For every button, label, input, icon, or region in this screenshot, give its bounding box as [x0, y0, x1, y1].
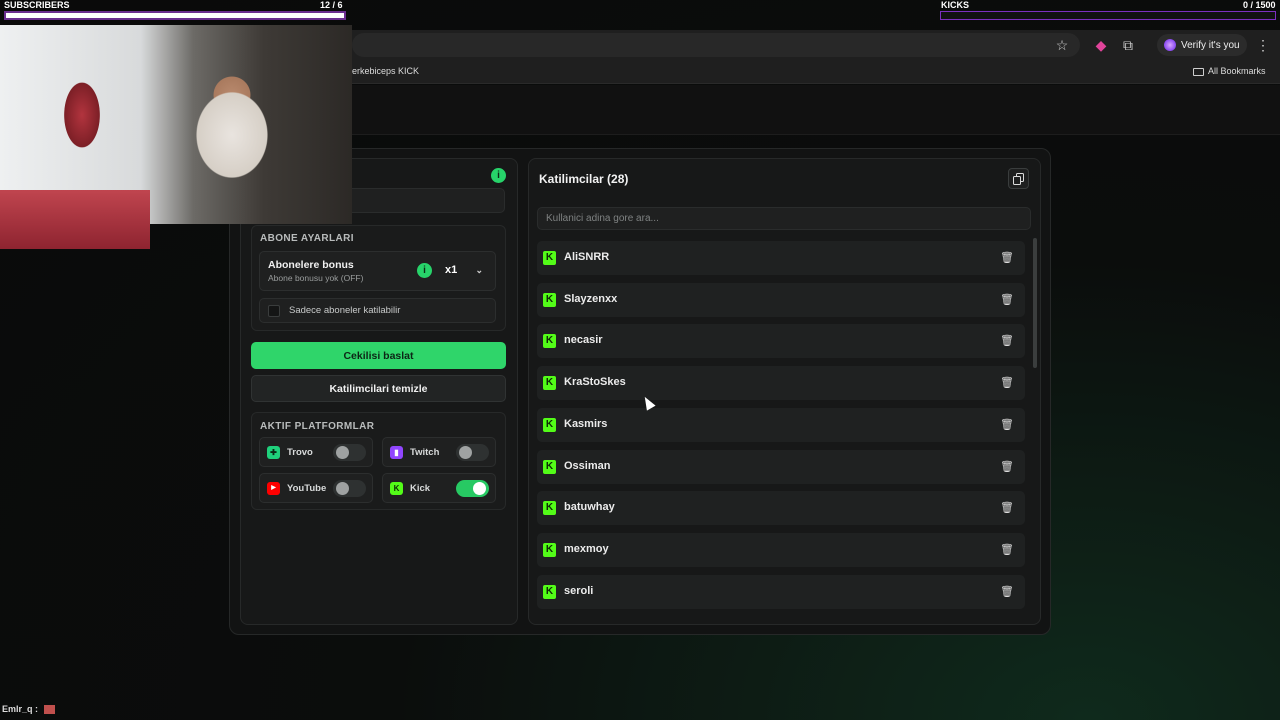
participant-name: necasir	[564, 334, 603, 347]
participant-row: K Ossiman 🗑	[537, 449, 1025, 484]
kicks-label: KICKS	[941, 0, 970, 10]
platform-card-youtube: ▶ YouTube	[259, 473, 373, 503]
active-platforms-title: AKTIF PLATFORMLAR	[260, 421, 375, 432]
platform-card-trovo: ✚ Trovo	[259, 437, 373, 467]
info-icon[interactable]: i	[491, 168, 506, 183]
kick-icon: K	[543, 417, 556, 432]
menu-icon[interactable]: ⋮	[1254, 36, 1272, 54]
multiplier-value: x1	[445, 264, 458, 276]
twitch-toggle[interactable]	[456, 444, 489, 461]
participant-row: K Slayzenxx 🗑	[537, 282, 1025, 317]
subscriber-settings-title: ABONE AYARLARI	[260, 233, 354, 244]
subscribers-label: SUBSCRIBERS	[4, 0, 70, 10]
youtube-icon: ▶	[267, 482, 280, 495]
copy-icon-back	[1013, 176, 1021, 185]
kick-icon: K	[543, 542, 556, 557]
participant-row: K KraStoSkes 🗑	[537, 366, 1025, 401]
participant-row: Kseroli 🗑	[537, 574, 1025, 609]
participant-name: KraStoSkes	[564, 376, 626, 389]
kick-icon: K	[543, 501, 556, 516]
participant-row: Kbatuwhay 🗑	[537, 491, 1025, 526]
address-bar[interactable]	[352, 33, 1080, 57]
platform-name: Twitch	[410, 447, 440, 458]
list-scrollbar[interactable]	[1033, 238, 1037, 368]
trovo-toggle[interactable]	[333, 444, 366, 461]
extension-icon[interactable]: ◆	[1092, 36, 1110, 54]
subscribers-only-label: Sadece aboneler katilabilir	[289, 305, 401, 316]
profile-avatar-icon	[1164, 39, 1176, 51]
chevron-down-icon: ⌄	[475, 264, 483, 275]
participant-name: Slayzenxx	[564, 292, 618, 305]
trash-icon[interactable]: 🗑	[999, 250, 1015, 266]
participant-name: AliSNRR	[564, 251, 610, 263]
participant-row: K AliSNRR 🗑	[537, 241, 1025, 275]
kick-icon: K	[543, 376, 556, 391]
platform-card-twitch: ▮ Twitch	[382, 437, 496, 467]
bonus-title: Abonelere bonus	[268, 259, 354, 271]
participant-row: Kmexmoy 🗑	[537, 532, 1025, 567]
verify-button[interactable]: Verify it's you	[1157, 34, 1247, 56]
kick-icon: K	[390, 482, 403, 495]
participant-name: Kasmirs	[564, 417, 608, 430]
participant-row: K Kasmirs 🗑	[537, 407, 1025, 442]
participant-name: mexmoy	[564, 542, 609, 555]
twitch-icon: ▮	[390, 446, 403, 459]
bonus-subtitle: Abone bonusu yok (OFF)	[268, 273, 364, 283]
participant-row: Knecasir 🗑	[537, 324, 1025, 359]
trovo-icon: ✚	[267, 446, 280, 459]
trash-icon[interactable]: 🗑	[999, 333, 1015, 349]
chat-emote-icon	[43, 705, 55, 715]
participant-name: Ossiman	[564, 459, 611, 472]
kick-icon: K	[543, 459, 556, 474]
folder-icon	[1193, 67, 1204, 76]
puzzle-icon[interactable]: ⧉	[1119, 36, 1137, 54]
kick-icon: K	[543, 584, 556, 599]
all-bookmarks-label: All Bookmarks	[1208, 66, 1266, 76]
webcam-desk	[0, 190, 150, 249]
clear-participants-button[interactable]: Katilimcilari temizle	[251, 375, 506, 402]
subscribers-progress-bar	[4, 11, 346, 20]
kick-icon: K	[543, 292, 556, 307]
platform-name: Trovo	[287, 447, 313, 458]
kick-icon: K	[543, 334, 556, 349]
platform-card-kick: K Kick	[382, 473, 496, 503]
start-giveaway-button[interactable]: Cekilisi baslat	[251, 342, 506, 369]
kick-toggle[interactable]	[456, 480, 489, 497]
youtube-toggle[interactable]	[333, 480, 366, 497]
participant-name: batuwhay	[564, 501, 615, 514]
kicks-progress-bar	[940, 11, 1276, 20]
kick-icon: K	[543, 251, 556, 265]
webcam-overlay	[0, 25, 352, 249]
platform-name: YouTube	[287, 483, 327, 494]
trash-icon[interactable]: 🗑	[999, 500, 1015, 516]
multiplier-select[interactable]: x1 ⌄	[439, 259, 489, 281]
star-icon[interactable]: ☆	[1053, 36, 1071, 54]
chat-line: Emlr_q :	[2, 704, 55, 715]
participant-name: seroli	[564, 584, 594, 597]
platform-name: Kick	[410, 483, 431, 494]
all-bookmarks-link[interactable]: All Bookmarks	[1193, 66, 1266, 76]
subscribers-only-checkbox[interactable]	[268, 305, 280, 317]
chat-username: Emlr_q :	[2, 704, 39, 714]
bookmark-item[interactable]: erkebiceps KICK	[352, 66, 419, 76]
kicks-count: 0 / 1500	[1243, 0, 1276, 10]
trash-icon[interactable]: 🗑	[999, 584, 1015, 600]
trash-icon[interactable]: 🗑	[999, 292, 1015, 308]
trash-icon[interactable]: 🗑	[999, 375, 1015, 391]
trash-icon[interactable]: 🗑	[999, 417, 1015, 433]
trash-icon[interactable]: 🗑	[999, 459, 1015, 475]
participants-title: Katilimcilar (28)	[539, 172, 629, 186]
verify-label: Verify it's you	[1181, 39, 1240, 51]
bonus-info-icon[interactable]: i	[417, 263, 432, 278]
trash-icon[interactable]: 🗑	[999, 542, 1015, 558]
copy-list-button[interactable]	[1008, 168, 1029, 189]
participant-search-input[interactable]	[537, 207, 1031, 230]
subscribers-count: 12 / 6	[320, 0, 343, 10]
